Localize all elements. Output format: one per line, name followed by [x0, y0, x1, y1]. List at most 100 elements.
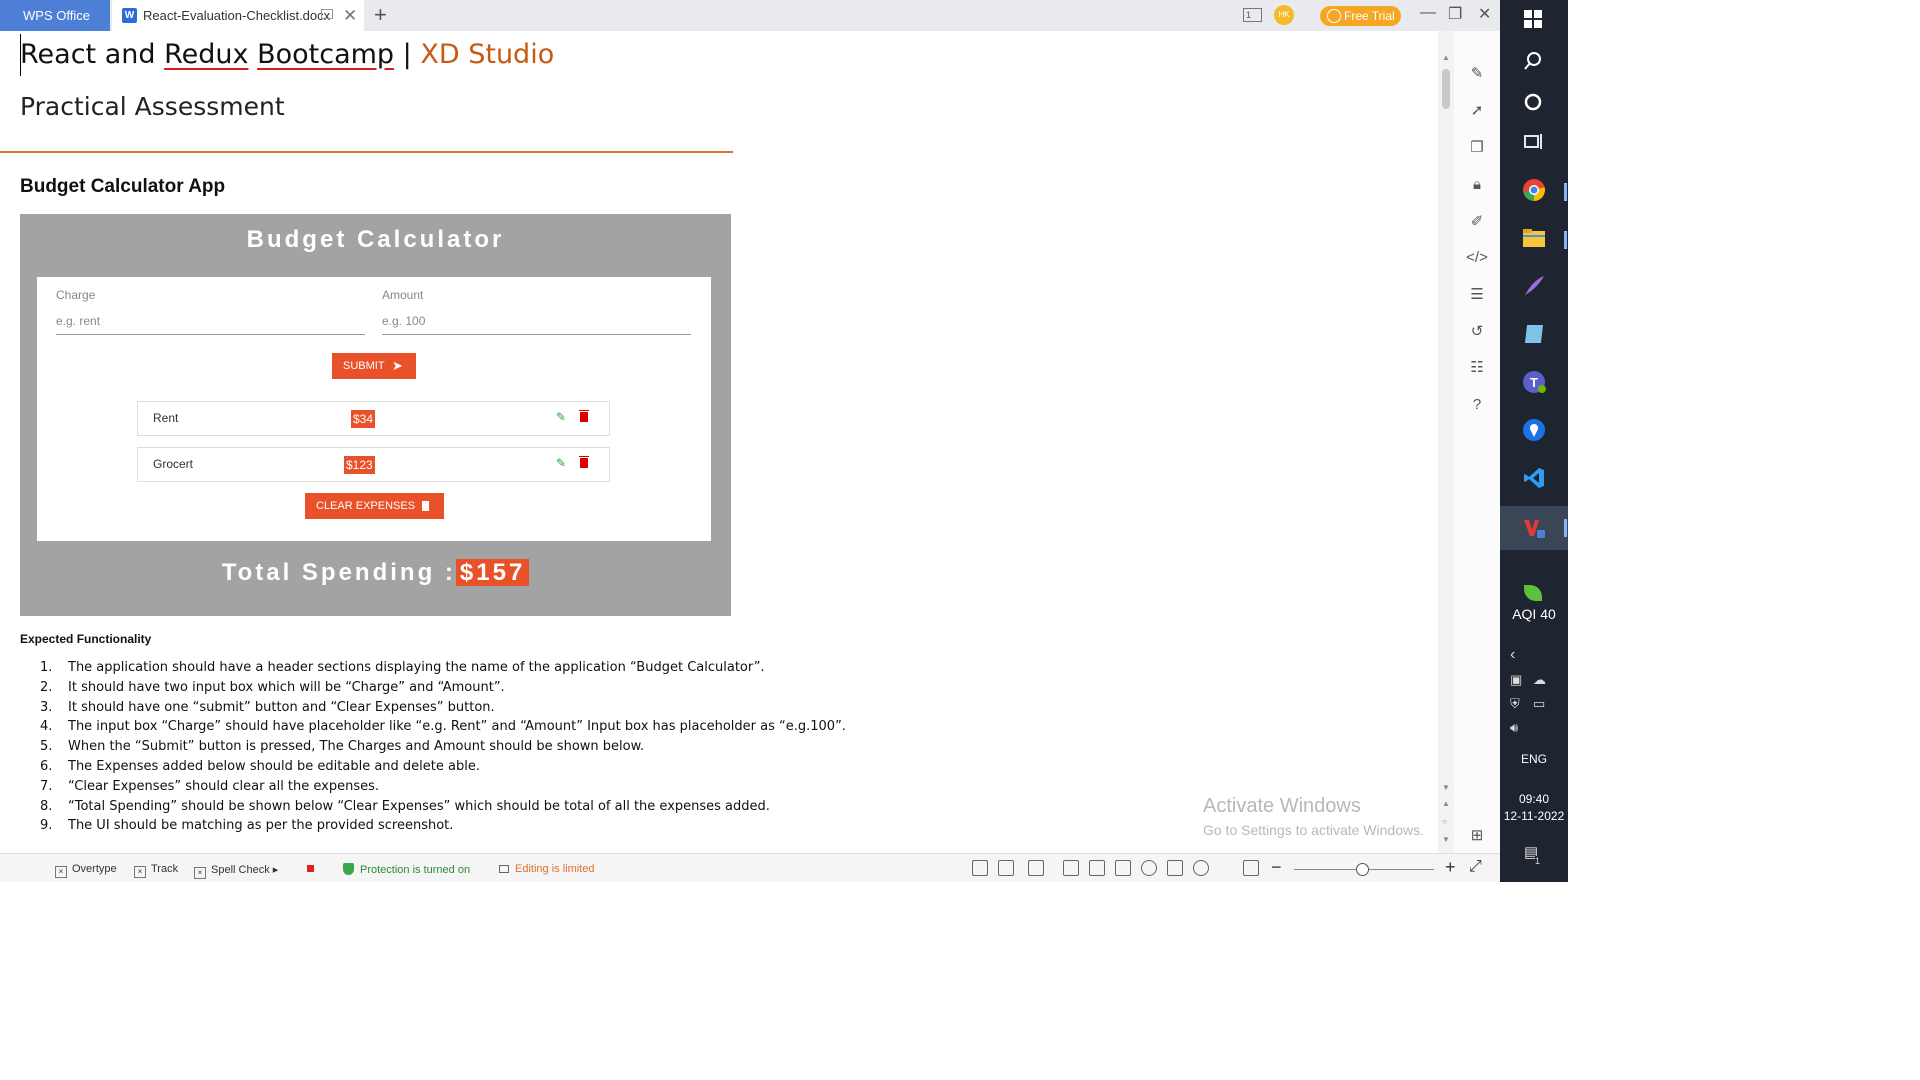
- reading-mode-icon[interactable]: [1115, 860, 1131, 876]
- fit-page-icon[interactable]: [1243, 860, 1259, 876]
- file-explorer-icon[interactable]: [1522, 226, 1546, 250]
- delete-icon[interactable]: [579, 456, 589, 468]
- settings-sliders-icon[interactable]: ☰: [1466, 284, 1488, 306]
- monitor-icon[interactable]: [321, 9, 333, 19]
- scroll-down-icon[interactable]: ▼: [1442, 783, 1450, 792]
- zoom-slider-handle[interactable]: [1356, 863, 1369, 876]
- send-icon: ➤: [392, 358, 403, 373]
- scroll-up-icon[interactable]: ▲: [1442, 53, 1450, 62]
- scrollbar-thumb[interactable]: [1442, 69, 1450, 109]
- lock-icon[interactable]: 🔒︎: [1466, 174, 1488, 196]
- code-icon[interactable]: </>: [1466, 247, 1488, 269]
- new-tab-button[interactable]: +: [374, 2, 387, 28]
- clipboard-icon[interactable]: ❐: [1466, 137, 1488, 159]
- restore-icon[interactable]: ❐: [1448, 4, 1462, 24]
- app-title: Budget Calculator: [246, 226, 505, 253]
- track-toggle[interactable]: × Track: [134, 863, 178, 878]
- running-indicator: [1564, 519, 1567, 537]
- edit-icon[interactable]: ✎: [556, 456, 566, 470]
- windows-start-icon[interactable]: [1522, 8, 1546, 32]
- document-tab[interactable]: W React-Evaluation-Checklist.docx ✕: [112, 0, 364, 31]
- editing-limited-status[interactable]: Editing is limited: [499, 863, 594, 875]
- list-text: It should have one “submit” button and “…: [68, 699, 495, 715]
- onedrive-icon[interactable]: ☁: [1533, 672, 1546, 688]
- close-window-icon[interactable]: ✕: [1478, 4, 1491, 24]
- history-icon[interactable]: ↺: [1466, 321, 1488, 343]
- spell-check-toggle[interactable]: × Spell Check ▸: [194, 863, 278, 879]
- page-count-icon[interactable]: 1: [1243, 8, 1262, 22]
- track-label: Track: [151, 863, 179, 875]
- free-trial-button[interactable]: Free Trial: [1320, 6, 1401, 26]
- zoom-in-icon[interactable]: +: [1445, 857, 1456, 878]
- feather-app-icon[interactable]: [1522, 274, 1546, 298]
- list-item: 8. “Total Spending” should be shown below…: [40, 797, 846, 817]
- list-text: The Expenses added below should be edita…: [68, 758, 480, 774]
- zoom-out-icon[interactable]: −: [1271, 857, 1282, 878]
- outline-view-icon[interactable]: [1089, 860, 1105, 876]
- page-view-icon[interactable]: [972, 860, 988, 876]
- overtype-toggle[interactable]: × Overtype: [55, 863, 117, 878]
- vscode-icon[interactable]: [1522, 466, 1546, 490]
- select-pointer-icon[interactable]: ➚: [1466, 100, 1488, 122]
- meet-now-icon[interactable]: ▣: [1510, 672, 1522, 688]
- expense-item: Grocert $123 ✎: [137, 447, 610, 482]
- amount-input[interactable]: [382, 307, 691, 335]
- security-icon[interactable]: ⛨: [1510, 696, 1520, 712]
- grid-icon[interactable]: ⊞: [1466, 825, 1488, 847]
- aqi-widget[interactable]: AQI 40: [1500, 606, 1568, 622]
- help-icon[interactable]: ?: [1466, 394, 1488, 416]
- next-page-icon[interactable]: ▼: [1442, 835, 1450, 844]
- submit-button[interactable]: SUBMIT ➤: [332, 353, 416, 379]
- charge-input[interactable]: [56, 307, 365, 335]
- title-brand: XD Studio: [420, 39, 555, 70]
- export-icon[interactable]: [998, 860, 1014, 876]
- list-text: The input box “Charge” should have place…: [68, 719, 846, 735]
- list-view-icon[interactable]: ☷: [1466, 357, 1488, 379]
- prev-page-icon[interactable]: ▲: [1442, 799, 1450, 808]
- list-item: 7. “Clear Expenses” should clear all the …: [40, 777, 846, 797]
- protection-label: Protection is turned on: [360, 864, 471, 876]
- clock[interactable]: 09:40 12-11-2022: [1500, 791, 1568, 825]
- notes-app-icon[interactable]: [1522, 322, 1546, 346]
- edit-icon[interactable]: ✎: [556, 410, 566, 424]
- vertical-scrollbar[interactable]: ▲ ▼ ▲ ○ ▼: [1438, 31, 1454, 853]
- document-page[interactable]: React and Redux Bootcamp | XD Studio Pra…: [0, 31, 1438, 853]
- chrome-icon[interactable]: [1522, 178, 1546, 202]
- wps-office-icon[interactable]: [1522, 516, 1546, 540]
- pen-mode-icon[interactable]: [1167, 860, 1183, 876]
- protection-status[interactable]: Protection is turned on: [343, 863, 470, 876]
- editing-label: Editing is limited: [515, 863, 595, 875]
- list-text: The application should have a header sec…: [68, 660, 765, 675]
- browse-object-icon[interactable]: ○: [1442, 817, 1447, 826]
- web-layout-icon[interactable]: [1141, 860, 1157, 876]
- volume-icon[interactable]: 🔊︎: [1510, 720, 1518, 736]
- maps-icon[interactable]: [1522, 418, 1546, 442]
- search-icon[interactable]: [1522, 50, 1546, 74]
- list-number: 8.: [40, 798, 53, 814]
- delete-icon[interactable]: [579, 410, 589, 422]
- overtype-label: Overtype: [72, 863, 117, 875]
- close-tab-icon[interactable]: ✕: [343, 0, 357, 31]
- cortana-icon[interactable]: [1522, 91, 1546, 115]
- print-layout-icon[interactable]: [1063, 860, 1079, 876]
- task-view-icon[interactable]: [1522, 131, 1546, 155]
- clear-expenses-button[interactable]: CLEAR EXPENSES: [305, 493, 444, 519]
- document-outline-icon[interactable]: [1028, 860, 1044, 876]
- pen-icon[interactable]: ✎: [1466, 63, 1488, 85]
- list-item: 5. When the “Submit” button is pressed, T…: [40, 737, 846, 757]
- edit-sheet-icon[interactable]: ✐: [1466, 211, 1488, 233]
- minimize-icon[interactable]: —: [1420, 4, 1436, 22]
- record-macro-icon[interactable]: [307, 865, 314, 872]
- windows-taskbar: T AQI 40 ‹ ▣ ☁ ⛨ ▭ 🔊︎ ENG 09:40 12-11-20…: [1500, 0, 1568, 882]
- list-text: When the “Submit” button is pressed, The…: [68, 739, 645, 755]
- display-icon[interactable]: ▭: [1533, 696, 1545, 712]
- wps-office-tab[interactable]: WPS Office: [0, 0, 110, 31]
- chevron-left-icon[interactable]: ‹: [1510, 646, 1515, 664]
- avatar[interactable]: HK: [1274, 5, 1294, 25]
- language-indicator[interactable]: ENG: [1500, 752, 1568, 766]
- list-number: 5.: [40, 739, 53, 755]
- title-separator: |: [394, 39, 421, 70]
- teams-icon[interactable]: T: [1522, 370, 1546, 394]
- eye-protection-icon[interactable]: [1193, 860, 1209, 876]
- fullscreen-icon[interactable]: ⤢: [1469, 858, 1482, 876]
